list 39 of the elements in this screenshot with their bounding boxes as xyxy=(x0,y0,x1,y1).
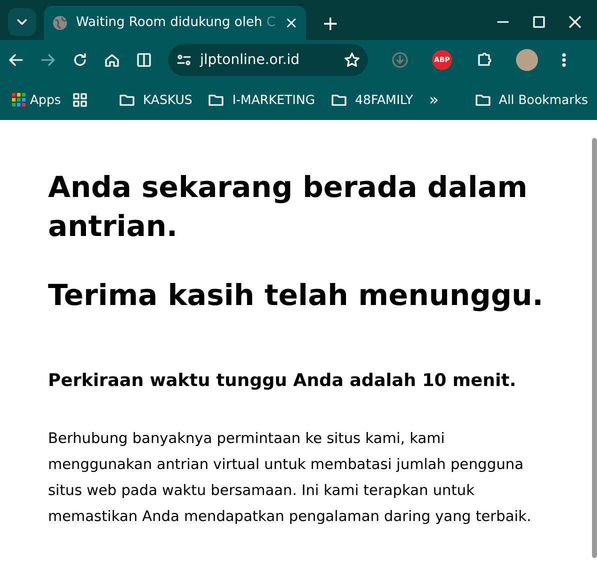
bookmark-folder[interactable]: All Bookmarks xyxy=(470,90,592,110)
grid-icon xyxy=(72,93,87,107)
bookmark-folder[interactable]: KASKUS xyxy=(114,90,196,110)
apps-grid-icon xyxy=(12,93,26,107)
url-text: jlptonline.or.id xyxy=(200,50,301,70)
info-paragraph: Berhubung banyaknya permintaan ke situs kami, kami menggunakan antrian virtual untuk membatasi jumlah pengguna situs web pada waktu bersamaan. Ini kami terapkan untuk memastikan Anda mendapatkan pengalaman daring yang terbaik. xyxy=(48,430,532,528)
folder-icon xyxy=(474,93,491,107)
page-heading: Terima kasih telah menunggu. xyxy=(48,277,544,314)
scrollbar-thumb[interactable] xyxy=(592,138,597,558)
wait-estimate: Perkiraan waktu tunggu Anda adalah 10 menit. xyxy=(48,371,518,392)
split-view-icon[interactable] xyxy=(136,52,152,68)
chevron-down-icon xyxy=(17,19,27,25)
more-options-icon[interactable] xyxy=(562,52,566,68)
maximize-icon[interactable] xyxy=(533,16,545,28)
address-bar[interactable]: jlptonline.or.id xyxy=(168,44,368,76)
star-icon[interactable] xyxy=(344,52,360,68)
forward-icon[interactable] xyxy=(40,52,56,68)
bookmark-folder[interactable]: 48FAMILY xyxy=(327,90,417,110)
page-heading: Anda sekarang berada dalam antrian. xyxy=(48,169,528,246)
tab-list-button[interactable] xyxy=(8,8,36,36)
puzzle-icon[interactable] xyxy=(476,52,492,68)
new-tab-button[interactable]: + xyxy=(322,8,339,38)
close-tab-button[interactable]: × xyxy=(284,11,298,35)
tab-title: Waiting Room didukung oleh C xyxy=(76,14,276,32)
avatar-icon[interactable] xyxy=(516,49,538,71)
folder-icon xyxy=(331,93,348,107)
browser-tab[interactable]: Waiting Room didukung oleh C × xyxy=(44,6,306,40)
close-icon[interactable] xyxy=(569,16,581,28)
more-bookmarks-button[interactable]: » xyxy=(424,88,443,112)
reload-icon[interactable] xyxy=(72,52,88,68)
site-settings-icon xyxy=(176,52,192,68)
home-icon[interactable] xyxy=(104,52,120,68)
bookmark-folder[interactable]: I-MARKETING xyxy=(204,90,320,110)
folder-icon xyxy=(208,93,224,107)
globe-icon xyxy=(52,15,68,31)
apps-bookmark[interactable]: Apps xyxy=(8,90,65,110)
back-icon[interactable] xyxy=(8,52,24,68)
folder-icon xyxy=(118,93,135,107)
tab-groups-button[interactable] xyxy=(72,93,87,107)
